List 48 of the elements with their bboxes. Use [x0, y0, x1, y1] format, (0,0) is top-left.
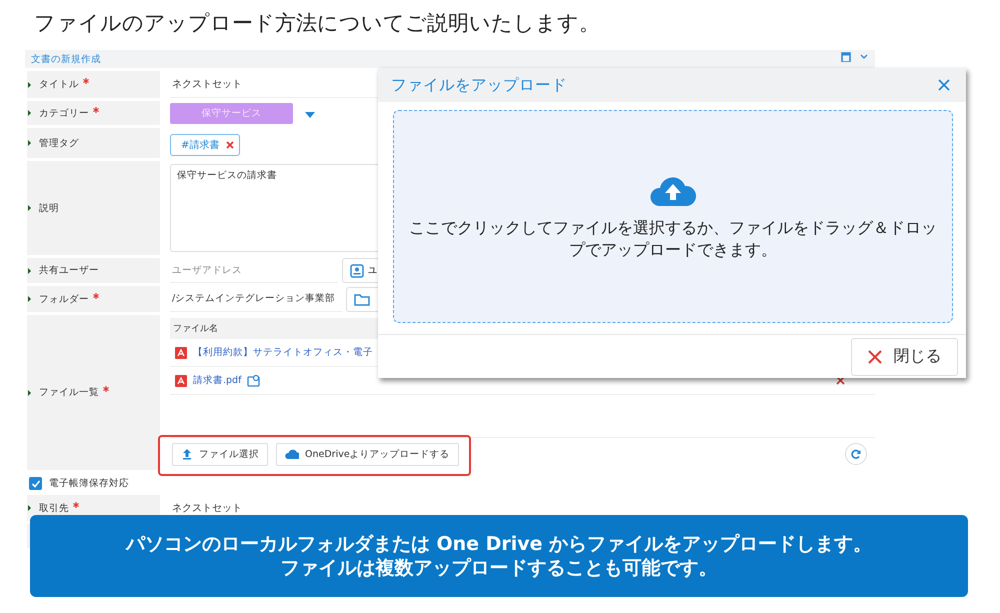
field-label: 取引先	[39, 502, 69, 514]
drop-instructions: ここでクリックしてファイルを選択するか、ファイルをドラッグ＆ドロップでアップロードできます。	[408, 216, 938, 260]
field-label: カテゴリー	[39, 106, 89, 120]
field-label: 説明	[39, 202, 59, 214]
caret-icon	[28, 205, 31, 211]
dropdown-icon[interactable]	[305, 112, 315, 118]
dialog-title: ファイルをアップロード	[391, 74, 567, 96]
drop-zone[interactable]: ここでクリックしてファイルを選択するか、ファイルをドラッグ＆ドロップでアップロードできます。	[393, 110, 953, 323]
client-value: ネクストセット	[171, 502, 243, 516]
close-button[interactable]: 閉じる	[851, 338, 958, 376]
form-title: 文書の新規作成	[31, 52, 101, 66]
caret-icon	[28, 140, 31, 146]
field-label: ファイル一覧	[39, 386, 99, 399]
tag-text: #請求書	[181, 138, 220, 152]
refresh-button[interactable]	[845, 443, 867, 465]
caption-text: パソコンのローカルフォルダまたは One Drive からファイルをアップロードします。	[126, 532, 872, 556]
field-label: フォルダー	[39, 292, 89, 306]
caret-icon	[28, 390, 31, 396]
checkbox-label: 電子帳簿保存対応	[49, 477, 129, 490]
caret-icon	[28, 82, 31, 88]
close-icon	[868, 350, 882, 364]
minimize-icon[interactable]	[841, 52, 851, 62]
delete-icon[interactable]	[836, 376, 845, 385]
field-label: 管理タグ	[39, 136, 79, 150]
file-link[interactable]: 【利用約款】サテライトオフィス・電子	[193, 346, 373, 359]
caret-icon	[28, 505, 31, 511]
checkbox[interactable]	[29, 477, 42, 490]
field-label: タイトル	[39, 78, 79, 91]
folder-path: /システムインテグレーション事業部	[170, 286, 342, 312]
page-heading: ファイルのアップロード方法についてご説明いたします。	[33, 10, 601, 37]
cloud-icon	[285, 448, 299, 460]
field-label: 共有ユーザー	[39, 264, 99, 277]
file-link[interactable]: 請求書.pdf	[193, 374, 242, 387]
share-icon[interactable]	[247, 374, 260, 387]
onedrive-upload-button[interactable]: OneDriveよりアップロードする	[276, 442, 459, 466]
close-icon[interactable]	[938, 79, 950, 91]
person-icon	[350, 264, 364, 278]
caret-icon	[28, 268, 31, 274]
folder-icon	[354, 292, 370, 306]
caret-icon	[28, 110, 31, 116]
pdf-icon	[175, 346, 187, 358]
refresh-icon	[851, 449, 861, 459]
caption-text: ファイルは複数アップロードすることも可能です。	[280, 556, 718, 580]
file-select-button[interactable]: ファイル選択	[172, 442, 268, 466]
pdf-icon	[175, 374, 187, 386]
caret-icon	[28, 296, 31, 302]
upload-icon	[181, 448, 193, 460]
remove-icon[interactable]	[226, 140, 234, 148]
